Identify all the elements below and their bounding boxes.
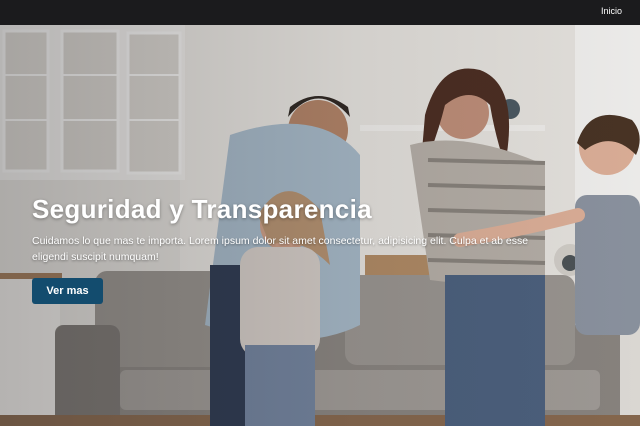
hero-overlay [0, 25, 640, 426]
hero-title: Seguridad y Transparencia [32, 194, 372, 224]
top-navbar: Inicio [0, 0, 640, 25]
nav-link-inicio[interactable]: Inicio [601, 6, 622, 16]
ver-mas-button[interactable]: Ver mas [32, 278, 103, 304]
hero-section: Seguridad y Transparencia Cuidamos lo qu… [0, 25, 640, 426]
hero-description: Cuidamos lo que mas te importa. Lorem ip… [32, 235, 529, 263]
